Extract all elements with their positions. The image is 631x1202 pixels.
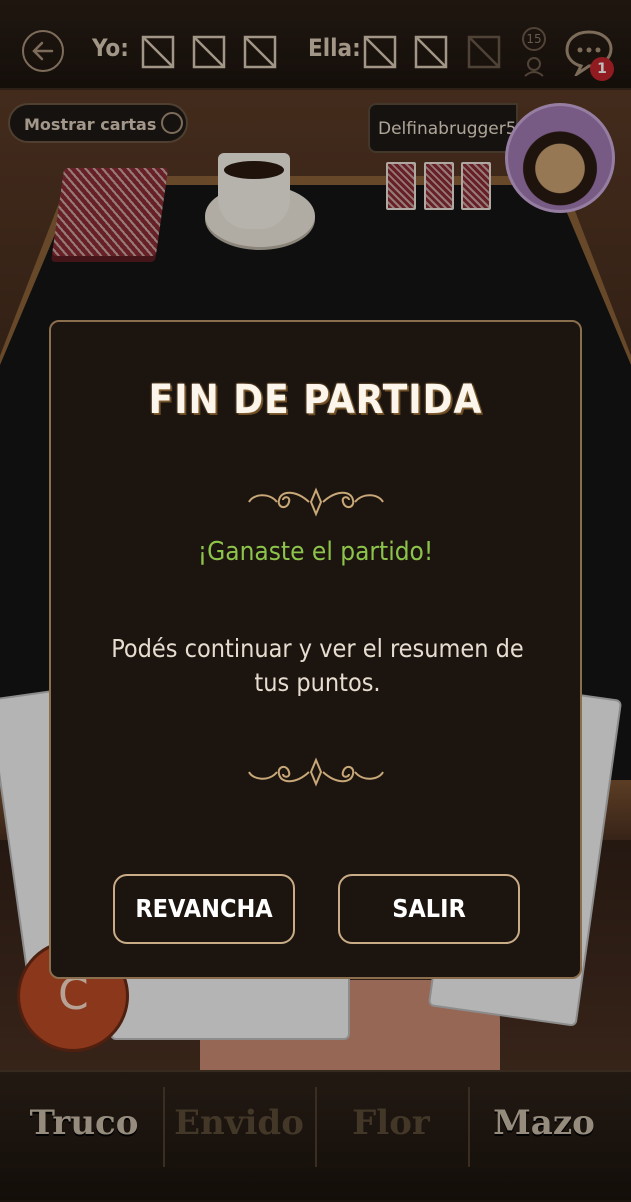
- ornament-top-icon: [248, 487, 384, 517]
- dialog-title: FIN DE PARTIDA: [148, 377, 483, 423]
- game-over-dialog: FIN DE PARTIDA ¡Ganaste el partido! Podé…: [49, 320, 582, 979]
- ornament-bottom-icon: [248, 757, 384, 787]
- result-text: ¡Ganaste el partido!: [197, 537, 434, 567]
- rematch-button[interactable]: REVANCHA: [113, 874, 295, 944]
- exit-button[interactable]: SALIR: [338, 874, 520, 944]
- result-message: Podés continuar y ver el resumen de tus …: [111, 634, 524, 697]
